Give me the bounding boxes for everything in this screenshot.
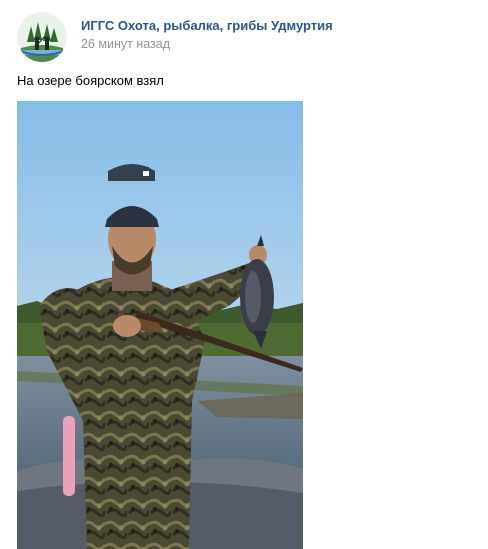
group-logo-hunters-icon [17,12,67,62]
group-name-link[interactable]: ИГГС Охота, рыбалка, грибы Удмуртия [81,18,333,33]
post-text: На озере боярском взял [17,73,164,88]
post-header: ИГГС Охота, рыбалка, грибы Удмуртия 26 м… [17,12,477,62]
hunter-boat-photo-image [17,101,303,549]
post-timestamp[interactable]: 26 минут назад [81,37,170,51]
group-avatar[interactable] [17,12,67,62]
post-photo[interactable] [17,101,303,549]
